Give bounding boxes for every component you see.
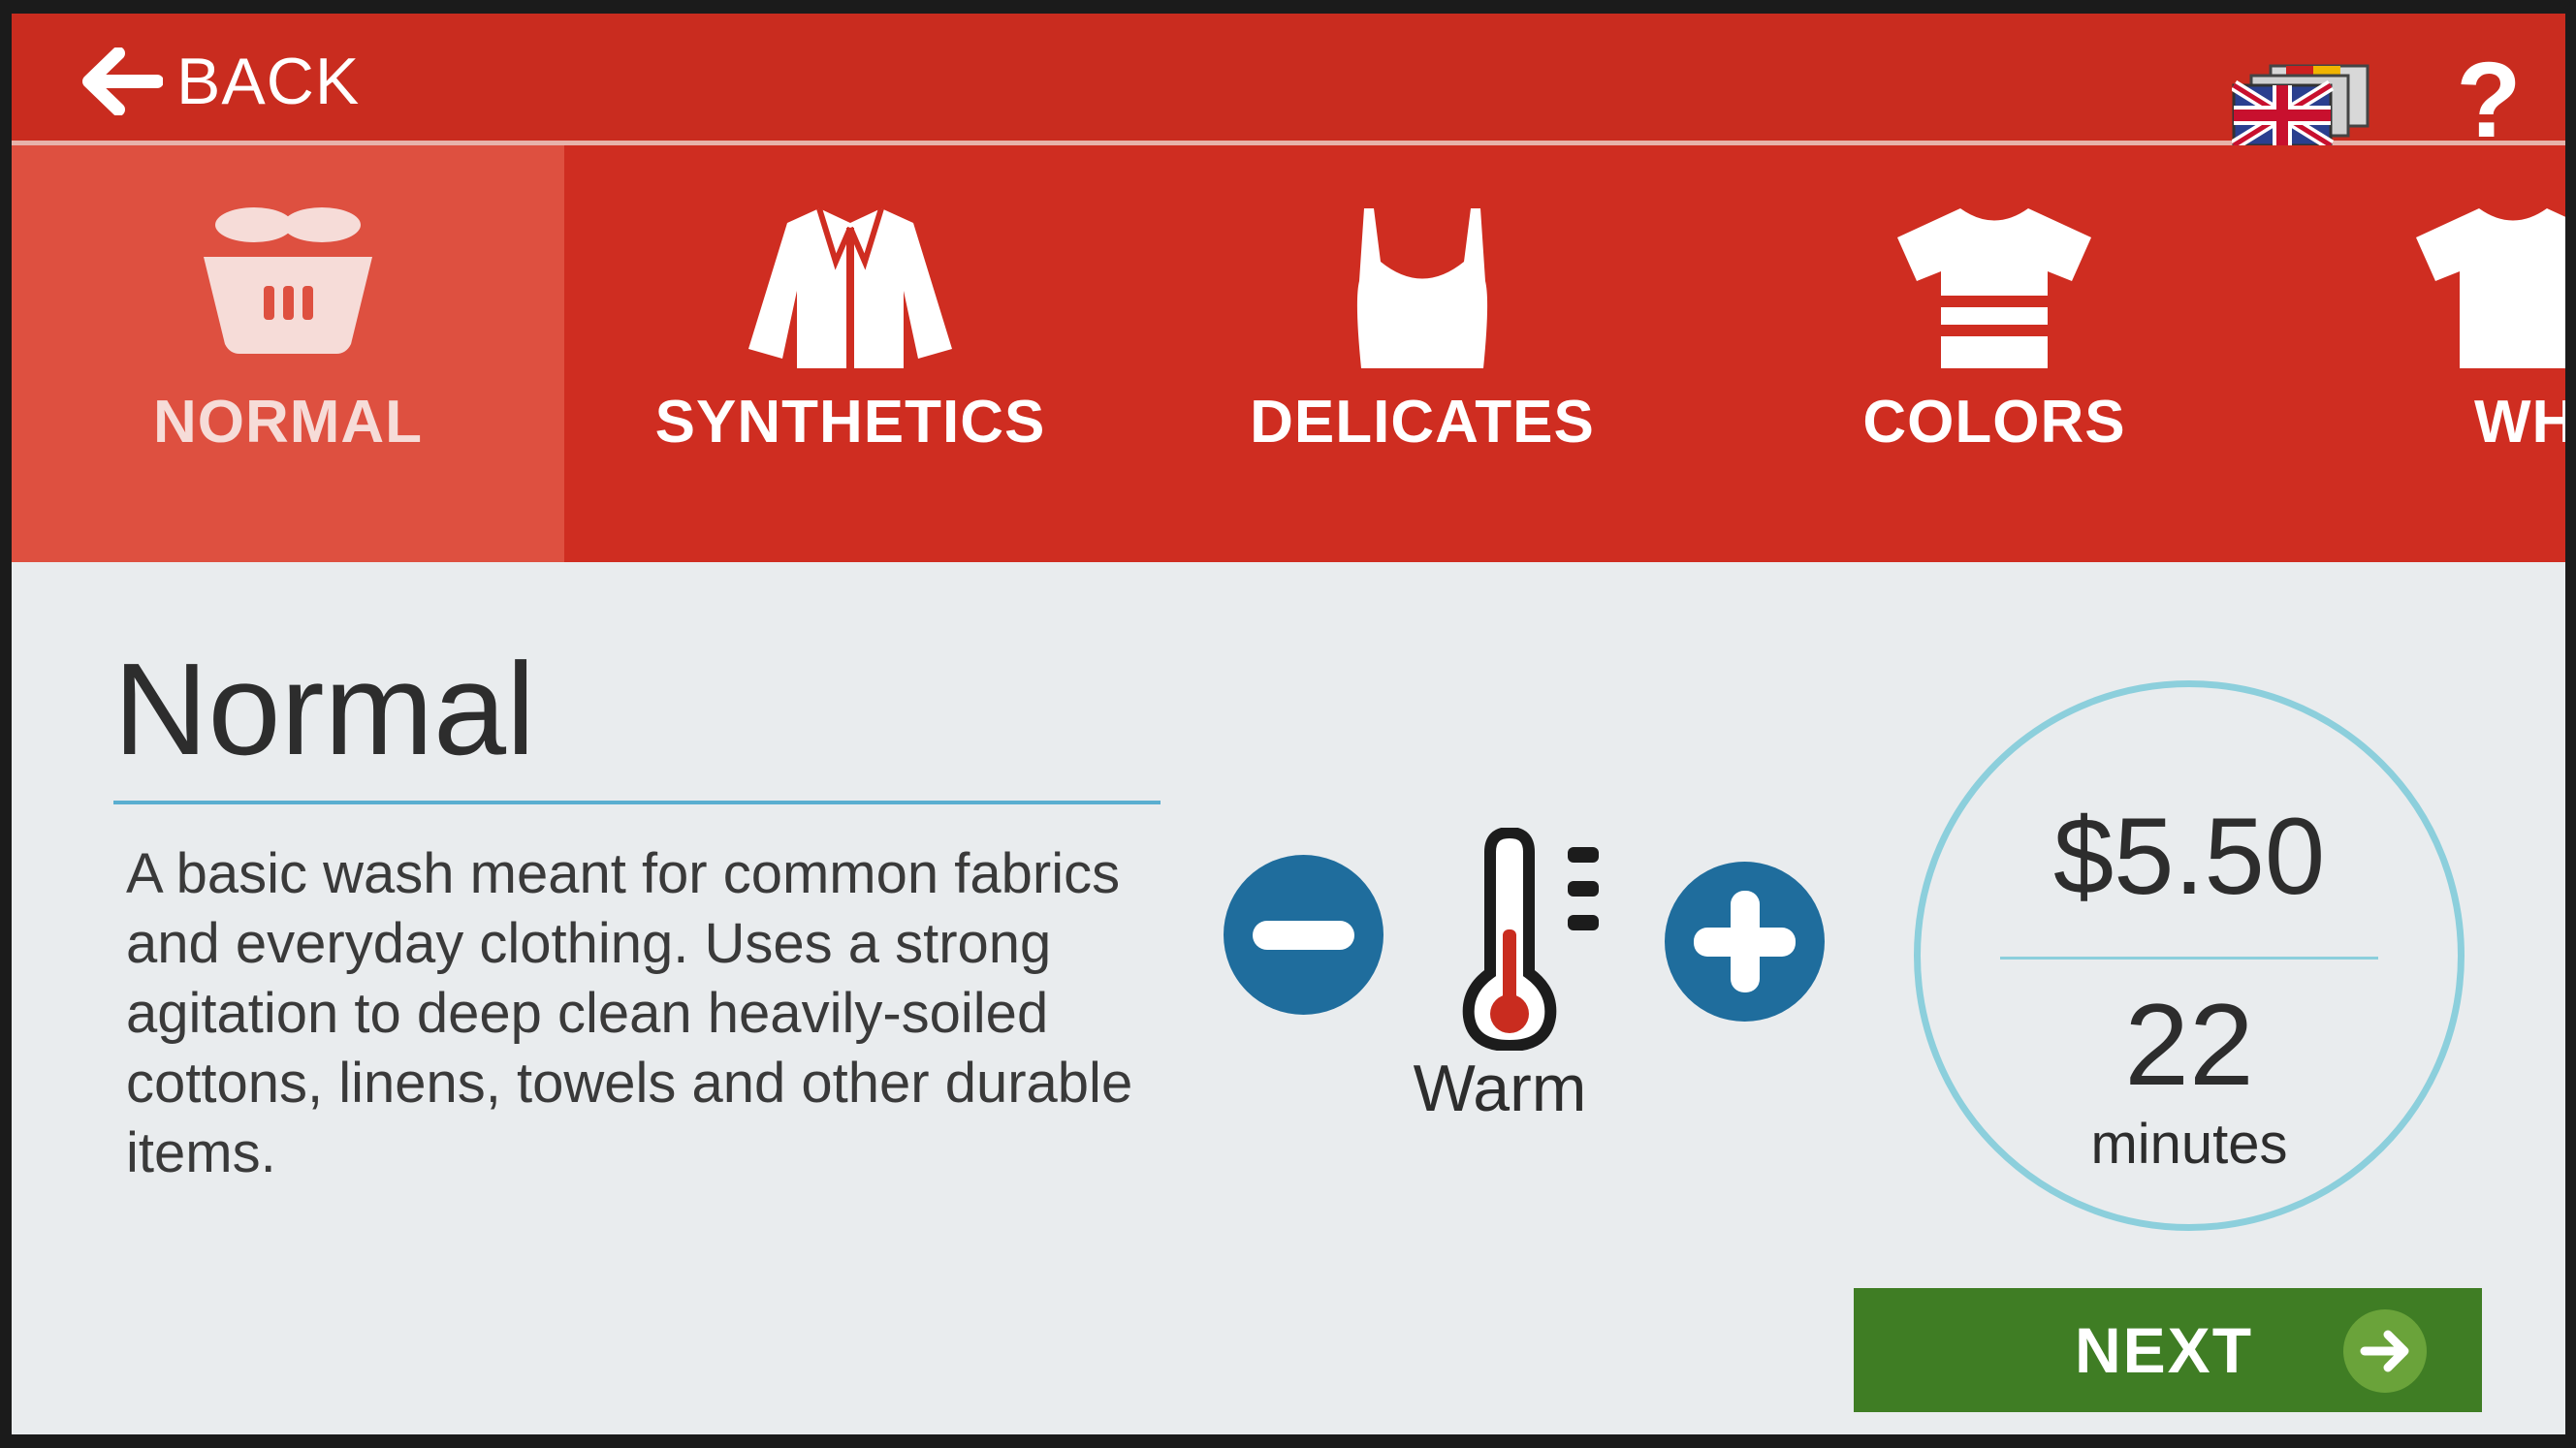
washer-screen: BACK ? NORMAL SYNTHETICS DELICATES COLOR… bbox=[12, 14, 2565, 1434]
back-arrow-icon bbox=[82, 47, 163, 115]
tab-synthetics[interactable]: SYNTHETICS bbox=[574, 145, 1127, 562]
help-button[interactable]: ? bbox=[2445, 47, 2532, 154]
thermometer-icon bbox=[1462, 828, 1599, 1051]
basket-icon bbox=[204, 207, 372, 354]
duration-value: 22 bbox=[2124, 980, 2254, 1110]
tab-label: DELICATES bbox=[1250, 389, 1595, 456]
shirt-icon bbox=[2416, 208, 2565, 368]
tab-label: WHI bbox=[2474, 389, 2565, 456]
top-bar: BACK ? bbox=[12, 14, 2565, 154]
jacket-icon bbox=[748, 207, 952, 368]
cycle-summary: $5.50 22 minutes bbox=[1914, 680, 2465, 1231]
arrow-right-icon bbox=[2343, 1309, 2427, 1393]
back-button[interactable]: BACK bbox=[80, 43, 360, 120]
title-divider bbox=[113, 801, 1161, 804]
cycle-tabs: NORMAL SYNTHETICS DELICATES COLORS WH bbox=[12, 145, 2565, 562]
tab-label: COLORS bbox=[1862, 389, 2126, 456]
next-label: NEXT bbox=[2074, 1314, 2254, 1386]
tab-label: SYNTHETICS bbox=[654, 389, 1046, 456]
temperature-control: Warm bbox=[1224, 828, 1834, 1138]
price-value: $5.50 bbox=[2052, 796, 2326, 917]
tab-whites[interactable]: WHI bbox=[2290, 145, 2565, 562]
back-label: BACK bbox=[176, 45, 361, 118]
language-button[interactable] bbox=[2230, 62, 2377, 151]
temperature-label: Warm bbox=[1413, 1052, 1587, 1125]
tab-label: NORMAL bbox=[152, 389, 424, 456]
cycle-title: Normal bbox=[113, 636, 536, 782]
cycle-description: A basic wash meant for common fabrics an… bbox=[126, 842, 1133, 1184]
summary-divider bbox=[2000, 957, 2378, 960]
tab-normal[interactable]: NORMAL bbox=[12, 145, 564, 562]
striped-shirt-icon bbox=[1897, 208, 2091, 368]
camisole-icon bbox=[1356, 208, 1488, 368]
flags-icon bbox=[2230, 64, 2369, 151]
duration-unit: minutes bbox=[2090, 1113, 2288, 1176]
tab-colors[interactable]: COLORS bbox=[1718, 145, 2271, 562]
decrease-temperature-button[interactable] bbox=[1224, 855, 1383, 1015]
next-button[interactable]: NEXT bbox=[1854, 1288, 2482, 1412]
tab-delicates[interactable]: DELICATES bbox=[1146, 145, 1699, 562]
increase-temperature-button[interactable] bbox=[1665, 862, 1825, 1022]
